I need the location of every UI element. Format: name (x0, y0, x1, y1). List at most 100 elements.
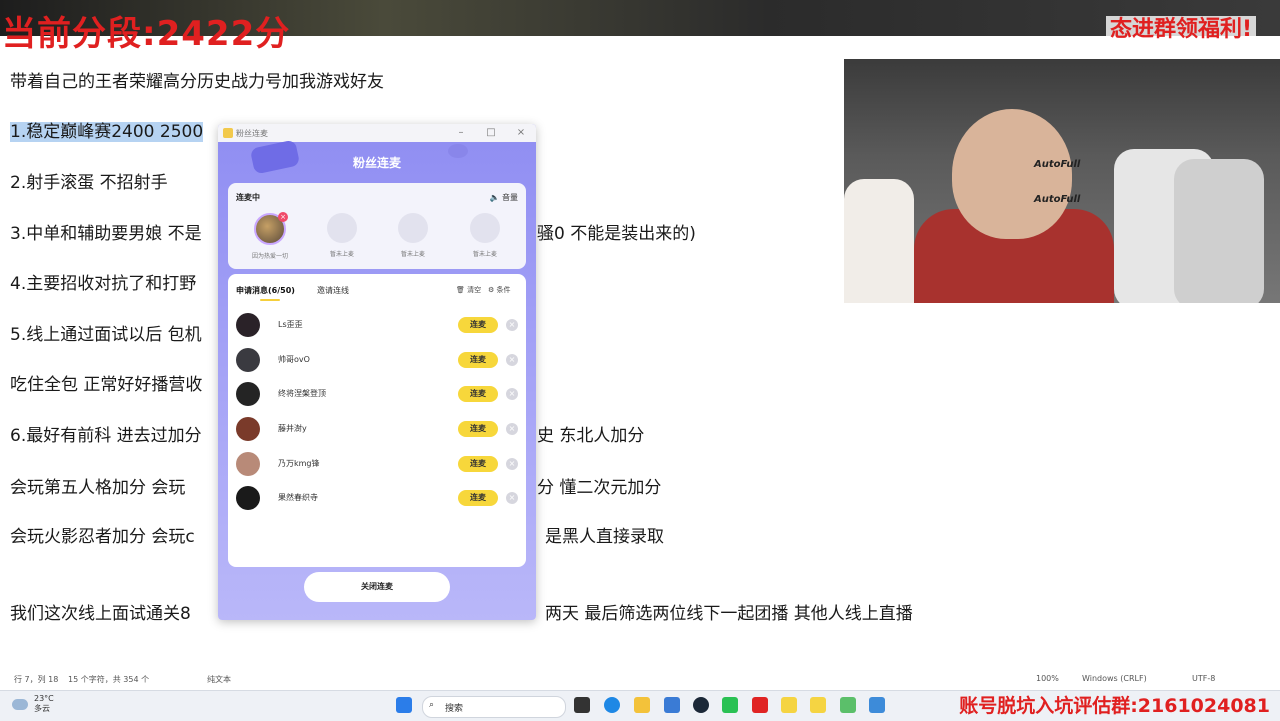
search-placeholder: 搜索 (445, 704, 464, 714)
windows-start-icon[interactable] (396, 697, 412, 713)
encoding[interactable]: UTF-8 (1192, 674, 1215, 683)
mic-slot-1[interactable]: × 因为热爱一切 (241, 212, 299, 260)
webcam-person-left (844, 179, 914, 303)
doc-line: 3.中单和辅助要男娘 不是 (10, 224, 202, 244)
webcam-chair (1174, 159, 1264, 303)
list-item: 果然春织寺 连麦 × (236, 483, 518, 513)
tab-invite[interactable]: 邀请连线 (317, 285, 349, 296)
edge-icon[interactable] (604, 697, 620, 713)
maximize-icon[interactable]: □ (484, 126, 498, 140)
webcam-streamer-head (952, 109, 1072, 239)
avatar (236, 313, 260, 337)
folder-icon[interactable] (634, 697, 650, 713)
active-tab-indicator (260, 299, 280, 301)
doc-line: 我们这次线上面试通关8 (10, 604, 191, 624)
avatar (236, 417, 260, 441)
close-mic-button[interactable]: 关闭连麦 (304, 572, 450, 602)
reject-icon[interactable]: × (506, 319, 518, 331)
reject-icon[interactable]: × (506, 354, 518, 366)
webcam-feed: AutoFull AutoFull (844, 59, 1280, 303)
volume-button[interactable]: 🔈 音量 (489, 192, 518, 203)
app-icon[interactable] (781, 697, 797, 713)
user-name: 藤井澍y (278, 424, 307, 433)
avatar (236, 452, 260, 476)
reject-icon[interactable]: × (506, 423, 518, 435)
accept-mic-button[interactable]: 连麦 (458, 317, 498, 333)
conditions-button[interactable]: ⚙ 条件 (488, 285, 511, 295)
reject-icon[interactable]: × (506, 388, 518, 400)
line-ending[interactable]: Windows (CRLF) (1082, 674, 1147, 683)
user-name: 帅哥ovO (278, 355, 310, 364)
doc-line: 吃住全包 正常好好播营收 (10, 375, 203, 395)
list-item: 终将涅槃登顶 连麦 × (236, 379, 518, 409)
minimize-icon[interactable]: – (454, 126, 468, 140)
wechat-icon[interactable] (722, 697, 738, 713)
reject-icon[interactable]: × (506, 492, 518, 504)
mic-slot-2[interactable]: 暂未上麦 (313, 213, 371, 258)
window-hero: 粉丝连麦 (218, 139, 536, 182)
avatar: × (254, 212, 288, 245)
doc-line: 史 东北人加分 (537, 426, 645, 446)
avatar (236, 382, 260, 406)
app-icon[interactable] (810, 697, 826, 713)
store-icon[interactable] (664, 697, 680, 713)
doc-line: 6.最好有前科 进去过加分 (10, 426, 202, 446)
avatar (236, 486, 260, 510)
bottom-banner: 账号脱坑入坑评估群:2161024081 (959, 695, 1270, 717)
hero-title: 粉丝连麦 (352, 156, 401, 170)
notepad-icon[interactable] (840, 697, 856, 713)
chair-brand-label: AutoFull (1034, 194, 1081, 205)
accept-mic-button[interactable]: 连麦 (458, 490, 498, 506)
window-title: 粉丝连麦 (236, 129, 268, 138)
doc-line: 5.线上通过面试以后 包机 (10, 325, 202, 345)
text-format: 纯文本 (207, 675, 231, 684)
list-item: 帅哥ovO 连麦 × (236, 345, 518, 375)
requests-panel: 申请消息(6/50) 邀请连线 🗑 清空 ⚙ 条件 Ls歪歪 连麦 × 帅哥ov… (228, 274, 526, 567)
live-mic-panel: 连麦中 🔈 音量 × 因为热爱一切 暂未上麦 暂未上麦 暂未上麦 (228, 183, 526, 269)
volume-label: 音量 (502, 193, 518, 202)
slot-label: 暂未上麦 (329, 251, 354, 258)
weather-temp: 23°C (34, 694, 54, 703)
chair-brand-label: AutoFull (1034, 159, 1081, 170)
window-titlebar[interactable]: 粉丝连麦 – □ × (218, 124, 536, 142)
clear-button[interactable]: 🗑 清空 (456, 285, 481, 295)
doc-line: 两天 最后筛选两位线下一起团播 其他人线上直播 (545, 604, 913, 624)
slot-label: 暂未上麦 (472, 251, 497, 258)
speaker-icon: 🔈 (489, 193, 500, 202)
search-icon: ⌕ (429, 700, 435, 710)
task-view-icon[interactable] (574, 697, 590, 713)
remove-icon[interactable]: × (278, 212, 288, 222)
doc-line: 骚0 不能是装出来的) (537, 224, 696, 244)
weather-desc: 多云 (34, 704, 50, 713)
user-name: Ls歪歪 (278, 320, 303, 329)
accept-mic-button[interactable]: 连麦 (458, 421, 498, 437)
app-icon (223, 128, 233, 138)
doc-line-selected: 1.稳定巅峰赛2400 2500 (10, 122, 204, 142)
accept-mic-button[interactable]: 连麦 (458, 456, 498, 472)
steam-icon[interactable] (693, 697, 709, 713)
doc-line: 会玩第五人格加分 会玩 (10, 478, 186, 498)
doc-line: 分 懂二次元加分 (537, 478, 662, 498)
mic-slot-3[interactable]: 暂未上麦 (384, 213, 442, 258)
empty-seat-icon (470, 213, 500, 243)
doc-line: 带着自己的王者荣耀高分历史战力号加我游戏好友 (10, 72, 384, 92)
accept-mic-button[interactable]: 连麦 (458, 386, 498, 402)
mic-slot-4[interactable]: 暂未上麦 (456, 213, 514, 258)
char-count: 15 个字符，共 354 个 (68, 675, 150, 684)
close-icon[interactable]: × (514, 126, 528, 140)
accept-mic-button[interactable]: 连麦 (458, 352, 498, 368)
list-item: 乃万kmg锋 连麦 × (236, 449, 518, 479)
tab-requests[interactable]: 申请消息(6/50) (236, 285, 295, 296)
taskbar-search[interactable]: ⌕ 搜索 (422, 696, 566, 718)
clear-label: 清空 (467, 286, 482, 294)
notepad-statusbar: 行 7，列 18 15 个字符，共 354 个 纯文本 100% Windows… (0, 672, 1280, 686)
slot-label: 因为热爱一切 (251, 253, 288, 260)
reject-icon[interactable]: × (506, 458, 518, 470)
weather-widget[interactable]: 23°C 多云 (8, 694, 54, 714)
app-icon[interactable] (869, 697, 885, 713)
zoom-level[interactable]: 100% (1036, 674, 1059, 683)
trash-icon: 🗑 (456, 286, 465, 294)
avatar (236, 348, 260, 372)
app-icon[interactable] (752, 697, 768, 713)
slot-label: 暂未上麦 (400, 251, 425, 258)
